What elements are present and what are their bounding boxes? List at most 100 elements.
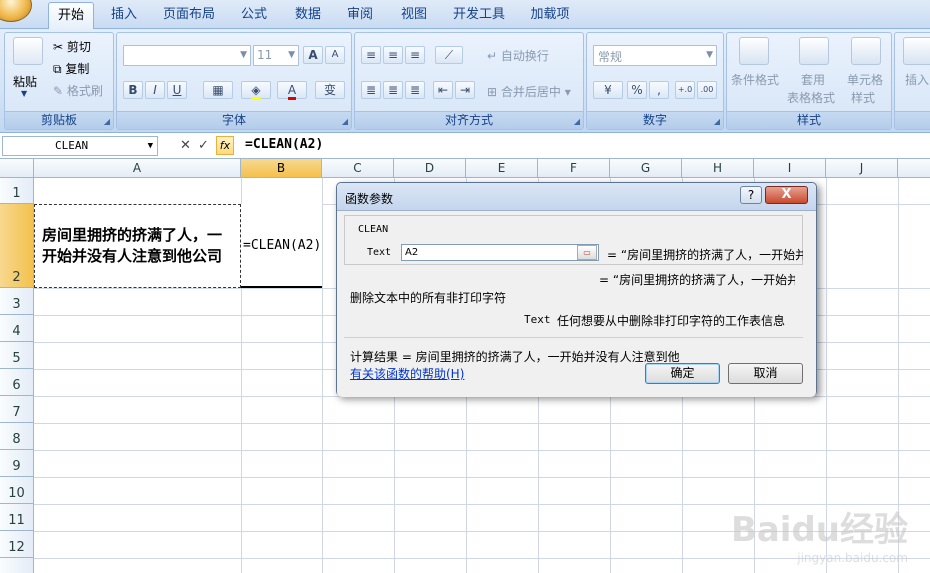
align-left-icon[interactable]: ≣ — [361, 81, 381, 99]
row-header-9[interactable]: 9 — [0, 450, 34, 477]
cell-b2[interactable]: =CLEAN(A2) — [241, 204, 322, 288]
tab-developer[interactable]: 开发工具 — [446, 2, 512, 29]
row-header-12[interactable]: 12 — [0, 531, 34, 558]
row-header-6[interactable]: 6 — [0, 369, 34, 396]
paste-button[interactable]: 粘贴 — [13, 73, 37, 90]
row-header-5[interactable]: 5 — [0, 342, 34, 369]
col-header-i[interactable]: I — [754, 159, 826, 178]
format-painter-button[interactable]: ✎ 格式刷 — [53, 82, 103, 99]
border-button[interactable]: ▦ — [203, 81, 233, 99]
font-color-button[interactable]: A — [277, 81, 307, 100]
col-header-c[interactable]: C — [322, 159, 394, 178]
align-bottom-icon[interactable]: ≡ — [405, 46, 425, 64]
tab-view[interactable]: 视图 — [392, 2, 436, 29]
increase-indent-icon[interactable]: ⇥ — [455, 81, 475, 99]
alignment-launcher-icon[interactable]: ◢ — [574, 117, 580, 126]
conditional-format-icon[interactable] — [739, 37, 769, 65]
align-top-icon[interactable]: ≡ — [361, 46, 381, 64]
decrease-decimal-button[interactable]: .00 — [697, 81, 717, 99]
table-format-line2[interactable]: 表格格式 — [787, 89, 835, 106]
insert-function-button[interactable]: fx — [216, 136, 234, 155]
phonetic-button[interactable]: 变 — [315, 81, 345, 99]
underline-button[interactable]: U — [167, 81, 187, 99]
function-help-link[interactable]: 有关该函数的帮助(H) — [350, 365, 464, 382]
table-format-line1[interactable]: 套用 — [801, 71, 825, 88]
table-format-icon[interactable] — [799, 37, 829, 65]
align-center-icon[interactable]: ≣ — [383, 81, 403, 99]
fill-color-button[interactable]: ◈ — [241, 81, 271, 100]
font-size-select[interactable]: 11 ▼ — [253, 45, 299, 66]
dialog-titlebar[interactable]: 函数参数 ? X — [337, 183, 816, 211]
tab-review[interactable]: 审阅 — [338, 2, 382, 29]
cancel-button[interactable]: 取消 — [728, 363, 803, 384]
tab-addins[interactable]: 加载项 — [522, 2, 578, 29]
tab-formulas[interactable]: 公式 — [232, 2, 276, 29]
grow-font-button[interactable]: A — [303, 46, 323, 64]
comma-button[interactable]: , — [649, 81, 669, 99]
currency-icon[interactable]: ¥ — [593, 81, 623, 99]
col-header-k[interactable] — [898, 159, 930, 178]
increase-decimal-button[interactable]: +.0 — [675, 81, 695, 99]
cell-style-line1[interactable]: 单元格 — [847, 71, 883, 88]
number-format-select[interactable]: 常规 ▼ — [593, 45, 717, 66]
insert-cells-icon[interactable] — [903, 37, 930, 65]
dialog-help-button[interactable]: ? — [740, 186, 762, 204]
col-header-j[interactable]: J — [826, 159, 898, 178]
row-header-10[interactable]: 10 — [0, 477, 34, 504]
row-header-2[interactable]: 2 — [0, 204, 34, 288]
clipboard-launcher-icon[interactable]: ◢ — [104, 117, 110, 126]
align-right-icon[interactable]: ≣ — [405, 81, 425, 99]
font-label: 字体 — [117, 111, 351, 129]
col-header-h[interactable]: H — [682, 159, 754, 178]
copy-button[interactable]: ⧉ 复制 — [53, 60, 89, 77]
font-launcher-icon[interactable]: ◢ — [342, 117, 348, 126]
italic-button[interactable]: I — [145, 81, 165, 99]
cell-style-line2[interactable]: 样式 — [851, 89, 875, 106]
office-button[interactable] — [0, 0, 32, 22]
col-header-a[interactable]: A — [34, 159, 241, 178]
cancel-formula-icon[interactable]: ✕ — [180, 138, 191, 153]
merge-center-button[interactable]: ⊞ 合并后居中 ▾ — [487, 83, 571, 100]
tab-data[interactable]: 数据 — [286, 2, 330, 29]
scissors-icon: ✂ — [53, 40, 64, 54]
select-all-corner[interactable] — [0, 159, 34, 178]
ok-button[interactable]: 确定 — [645, 363, 720, 384]
row-header-11[interactable]: 11 — [0, 504, 34, 531]
col-header-f[interactable]: F — [538, 159, 610, 178]
cut-button[interactable]: ✂ 剪切 — [53, 38, 91, 55]
row-header-1[interactable]: 1 — [0, 178, 34, 204]
arg-text-input[interactable]: A2 — [401, 244, 599, 261]
orientation-icon[interactable]: ⟋ — [435, 46, 463, 64]
col-header-e[interactable]: E — [466, 159, 538, 178]
row-header-8[interactable]: 8 — [0, 423, 34, 450]
col-header-g[interactable]: G — [610, 159, 682, 178]
enter-formula-icon[interactable]: ✓ — [198, 138, 209, 153]
font-name-select[interactable]: ▼ — [123, 45, 251, 66]
col-header-b[interactable]: B — [241, 159, 322, 178]
tab-page-layout[interactable]: 页面布局 — [156, 2, 222, 29]
cell-a2[interactable]: 房间里拥挤的挤满了人，一开始并没有人注意到他公司 — [34, 204, 241, 288]
decrease-indent-icon[interactable]: ⇤ — [433, 81, 453, 99]
align-middle-icon[interactable]: ≡ — [383, 46, 403, 64]
shrink-font-button[interactable]: A — [325, 46, 345, 64]
col-header-d[interactable]: D — [394, 159, 466, 178]
collapse-dialog-icon[interactable]: ▭ — [577, 245, 597, 260]
row-header-3[interactable]: 3 — [0, 288, 34, 315]
row-header-13[interactable] — [0, 558, 34, 573]
paste-dropdown-icon[interactable]: ▼ — [21, 89, 27, 98]
conditional-format-button[interactable]: 条件格式 — [731, 71, 779, 88]
number-launcher-icon[interactable]: ◢ — [714, 117, 720, 126]
name-box[interactable]: CLEAN ▼ — [2, 136, 158, 156]
tab-insert[interactable]: 插入 — [104, 2, 144, 29]
row-header-7[interactable]: 7 — [0, 396, 34, 423]
insert-cells-button[interactable]: 插入 — [905, 71, 929, 88]
bold-button[interactable]: B — [123, 81, 143, 99]
formula-input[interactable]: =CLEAN(A2) — [245, 137, 323, 152]
percent-button[interactable]: % — [627, 81, 647, 99]
row-header-4[interactable]: 4 — [0, 315, 34, 342]
tab-home[interactable]: 开始 — [48, 2, 94, 30]
dialog-close-button[interactable]: X — [765, 186, 808, 204]
wrap-text-button[interactable]: ↵ 自动换行 — [487, 47, 549, 64]
paste-icon[interactable] — [13, 37, 43, 65]
cell-style-icon[interactable] — [851, 37, 881, 65]
